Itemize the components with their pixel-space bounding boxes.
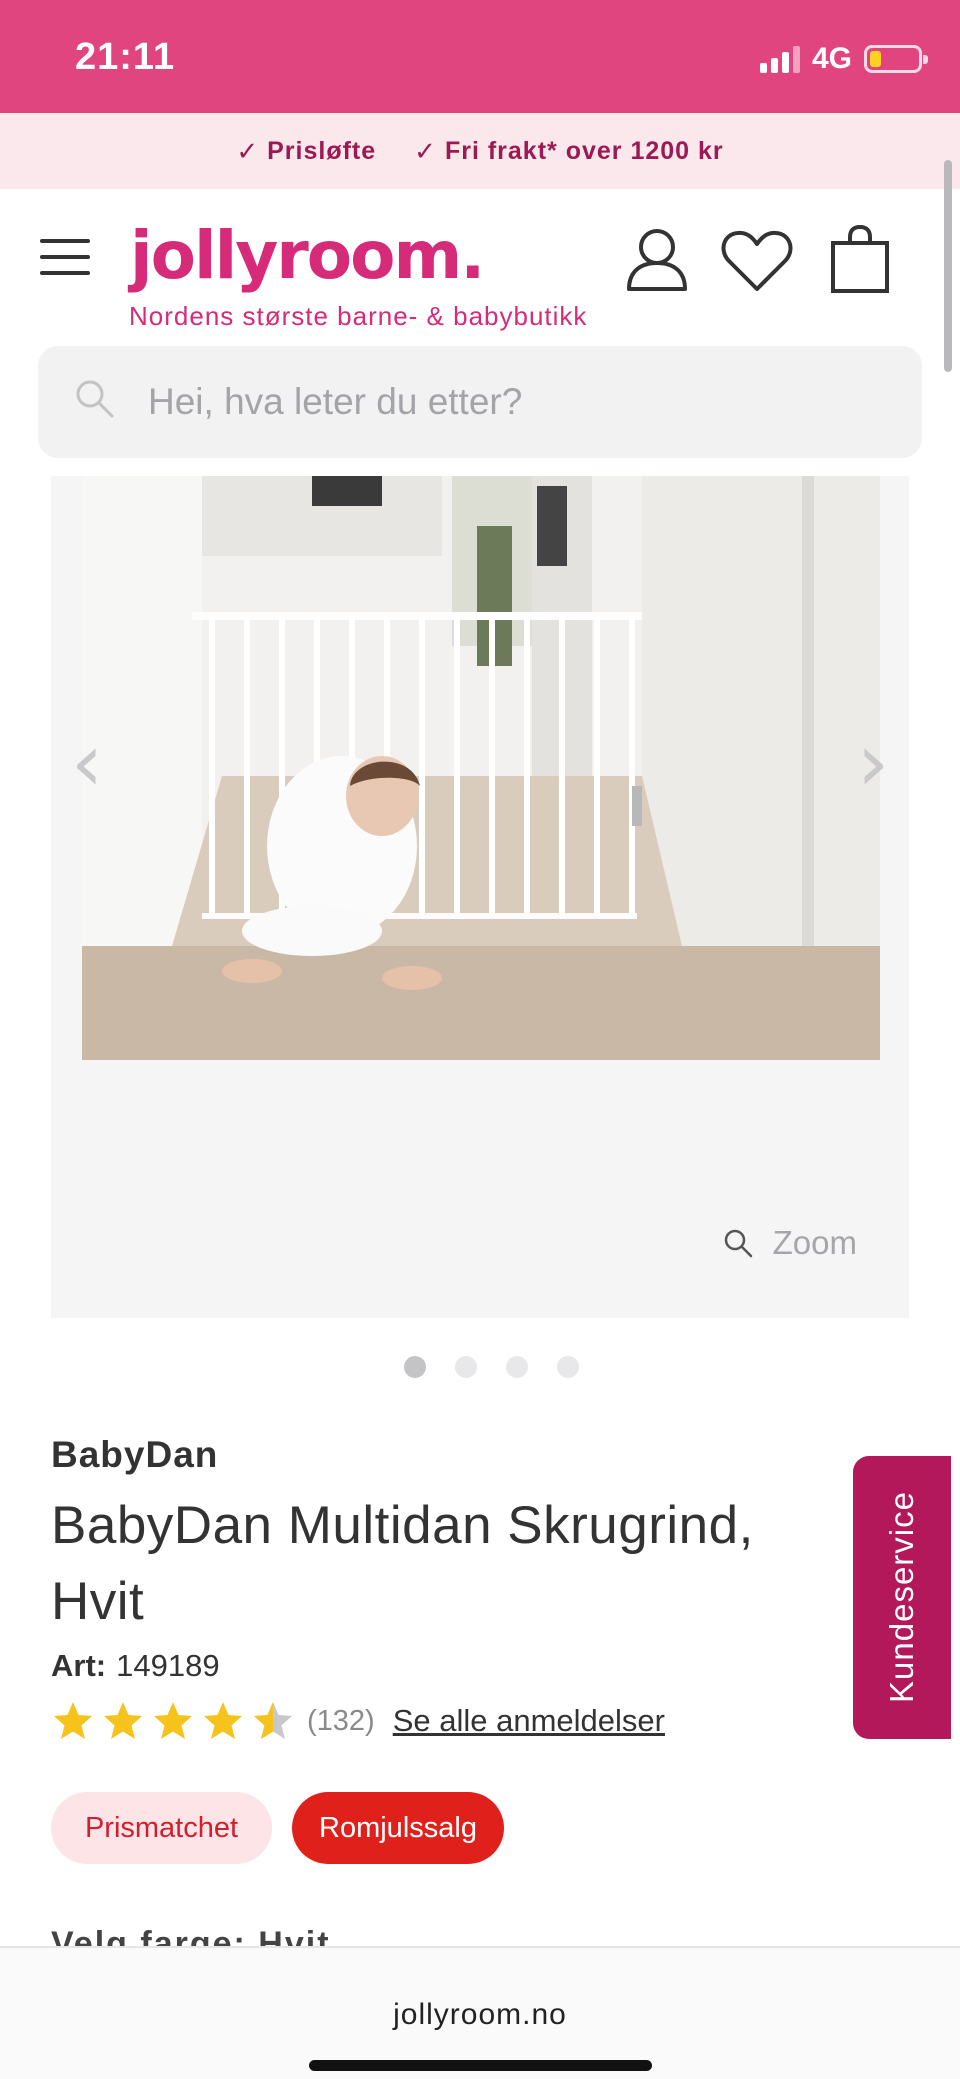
- product-rating: (132) Se alle anmeldelser: [51, 1700, 665, 1742]
- checkmark-icon: ✓: [236, 135, 260, 166]
- battery-icon: [864, 45, 928, 73]
- account-icon[interactable]: [626, 227, 688, 291]
- status-time: 21:11: [75, 36, 176, 78]
- star-icon: [204, 1702, 242, 1739]
- gallery-pagination: [404, 1356, 579, 1378]
- star-icon: [154, 1702, 192, 1739]
- product-image[interactable]: [82, 476, 880, 1060]
- cart-icon[interactable]: [830, 225, 890, 295]
- heart-icon[interactable]: [720, 229, 794, 293]
- gallery-dot[interactable]: [404, 1356, 426, 1378]
- product-title: BabyDan Multidan Skrugrind, Hvit: [51, 1496, 754, 1631]
- badge-prismatchet: Prismatchet: [51, 1792, 272, 1864]
- site-logo[interactable]: jollyroom.: [130, 217, 485, 294]
- checkmark-icon: ✓: [414, 135, 437, 166]
- star-icon: [54, 1702, 92, 1739]
- status-bar: 21:11 4G: [0, 0, 960, 113]
- promo-item-prislofte[interactable]: ✓ Prisløfte: [236, 136, 376, 167]
- star-icon: [104, 1702, 142, 1739]
- signal-icon: [759, 45, 800, 73]
- art-label: Art:: [51, 1648, 107, 1683]
- browser-url[interactable]: jollyroom.no: [0, 1998, 960, 2032]
- gallery-prev-arrow[interactable]: ‹: [71, 716, 103, 809]
- see-all-reviews-link[interactable]: Se alle anmeldelser: [393, 1703, 665, 1739]
- zoom-button[interactable]: Zoom: [723, 1224, 857, 1262]
- home-indicator[interactable]: [309, 2060, 652, 2071]
- gallery-dot[interactable]: [506, 1356, 528, 1378]
- half-star-icon: [254, 1702, 292, 1739]
- zoom-label: Zoom: [772, 1224, 857, 1261]
- status-indicators: 4G: [759, 42, 928, 76]
- customer-service-tab[interactable]: Kundeservice: [853, 1456, 951, 1739]
- promo-label: Fri frakt* over 1200 kr: [444, 136, 724, 165]
- network-type: 4G: [811, 42, 852, 75]
- site-tagline: Nordens største barne- & babybutikk: [129, 301, 588, 331]
- search-bar: [38, 346, 922, 458]
- site-header: jollyroom. Nordens største barne- & baby…: [0, 189, 960, 339]
- product-brand[interactable]: BabyDan: [51, 1434, 218, 1476]
- product-photo-illustration: [82, 476, 880, 1060]
- search-icon: [76, 380, 114, 418]
- promo-label: Prisløfte: [267, 136, 377, 165]
- gallery-dot[interactable]: [455, 1356, 477, 1378]
- rating-count: (132): [307, 1704, 375, 1737]
- gallery-next-arrow[interactable]: ›: [857, 716, 889, 809]
- promo-item-fri-frakt[interactable]: ✓ Fri frakt* over 1200 kr: [414, 136, 724, 167]
- browser-bottom-bar: jollyroom.no: [0, 1946, 960, 2079]
- customer-service-label: Kundeservice: [883, 1491, 920, 1703]
- page-scrollbar[interactable]: [944, 160, 952, 372]
- menu-icon[interactable]: [40, 239, 92, 275]
- search-input[interactable]: [148, 346, 888, 458]
- zoom-icon: [724, 1229, 752, 1258]
- promo-bar: ✓ Prisløfte ✓ Fri frakt* over 1200 kr: [0, 113, 960, 189]
- gallery-dot[interactable]: [557, 1356, 579, 1378]
- product-gallery: ‹ › Zoom: [51, 476, 909, 1318]
- badge-romjulssalg: Romjulssalg: [292, 1792, 504, 1864]
- product-art-number: Art: 149189: [51, 1648, 220, 1684]
- art-value: 149189: [116, 1648, 220, 1683]
- color-selector-heading: Velg farge: Hvit: [51, 1925, 331, 1947]
